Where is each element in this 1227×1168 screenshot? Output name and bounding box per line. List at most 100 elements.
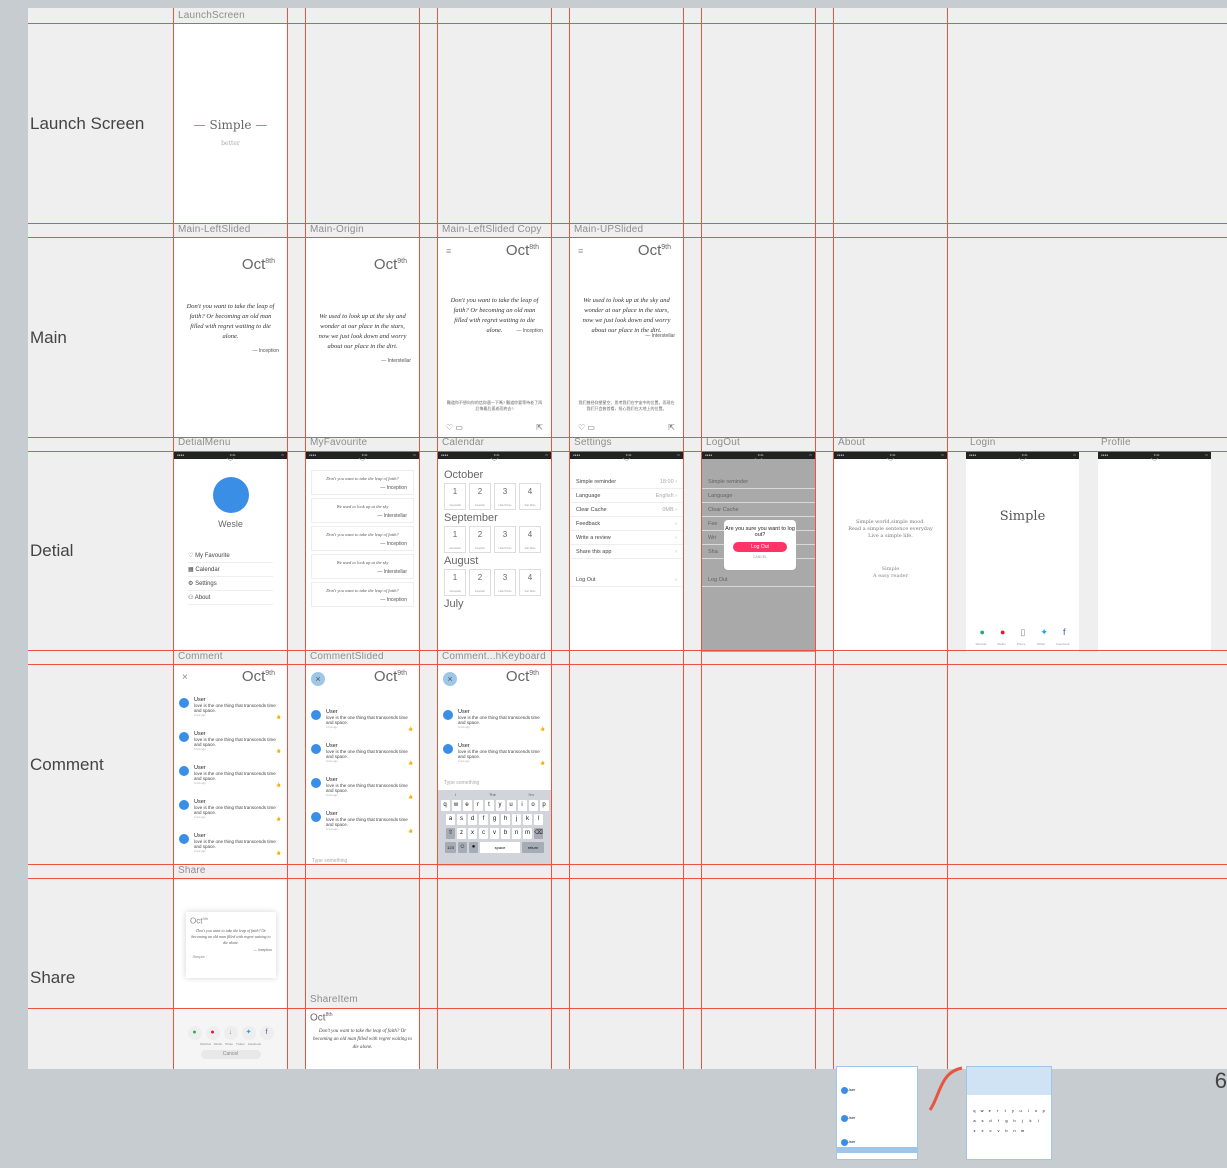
artboard-label[interactable]: Main-LeftSlided — [178, 224, 250, 235]
artboard-label[interactable]: DetialMenu — [178, 437, 231, 448]
key[interactable]: h — [501, 814, 510, 825]
key[interactable]: k — [523, 814, 532, 825]
calendar-day[interactable]: 2 Inception — [469, 526, 491, 553]
key[interactable]: f — [479, 814, 488, 825]
artboard-calendar[interactable]: ●●●● 9:41 ▭ ﹀ October 1 Interstellar 2 Incep… — [438, 452, 551, 652]
artboard-comment-slided[interactable]: × Oct9th User love is the one thing that … — [306, 666, 419, 866]
settings-row[interactable]: Language English › — [570, 489, 683, 503]
menu-item-favourite[interactable]: ♡ My Favourite — [188, 549, 273, 563]
key[interactable]: y — [495, 800, 505, 811]
artboard-login[interactable]: ●●●● 9:41 ▭ ﹀ Simple ● ● ▯ ✦ f WeChat Weib… — [966, 452, 1079, 652]
key[interactable]: o — [528, 800, 538, 811]
like-icon[interactable]: 👍 — [276, 850, 281, 855]
artboard-my-favourite[interactable]: ●●●● 9:41 ▭ ﹀ Don't you want to take the l… — [306, 452, 419, 652]
artboard-label[interactable]: MyFavourite — [310, 437, 367, 448]
chevron-down-icon[interactable]: ﹀ — [966, 459, 1079, 467]
like-icon[interactable]: 👍 — [276, 748, 281, 753]
twitter-icon[interactable]: ✦ — [1040, 627, 1048, 638]
facebook-icon[interactable]: f — [259, 1026, 274, 1040]
key[interactable]: s — [457, 814, 466, 825]
return-key[interactable]: return — [522, 842, 544, 853]
favourite-card[interactable]: Don't you want to take the leap of faith… — [311, 582, 414, 607]
like-icon[interactable]: 👍 — [276, 816, 281, 821]
heart-icon[interactable]: ♡ — [578, 423, 585, 432]
key[interactable]: n — [512, 828, 521, 839]
favourite-card[interactable]: We used to look up at the sky — Interstel… — [311, 498, 414, 523]
settings-row[interactable]: Simple reminder 18:00 › — [570, 475, 683, 489]
artboard-comment[interactable]: × Oct9th User love is the one thing that … — [174, 666, 287, 866]
backspace-key-icon[interactable]: ⌫ — [534, 828, 543, 839]
artboard-profile[interactable]: ●●●● 9:41 ▭ ﹀ — [1098, 452, 1211, 652]
calendar-day[interactable]: 2 Inception — [469, 483, 491, 510]
like-icon[interactable]: 👍 — [408, 726, 413, 731]
key[interactable]: q — [440, 800, 450, 811]
key[interactable]: z — [457, 828, 466, 839]
facebook-icon[interactable]: f — [1063, 627, 1066, 638]
artboard-comment-keyboard[interactable]: × Oct9th User love is the one thing that … — [438, 666, 551, 866]
artboard-logout[interactable]: ●●●● 9:41 ▭ ﹀ Simple reminder 18:00 › Langu… — [702, 452, 815, 652]
settings-row[interactable]: Feedback › — [570, 517, 683, 531]
key[interactable]: b — [501, 828, 510, 839]
menu-icon[interactable]: ≡ — [446, 246, 451, 256]
comment-icon[interactable]: ▭ — [587, 423, 595, 432]
artboard-label[interactable]: Main-Origin — [310, 224, 364, 235]
twitter-icon[interactable]: ✦ — [241, 1026, 256, 1040]
like-icon[interactable]: 👍 — [408, 760, 413, 765]
close-icon[interactable]: × — [311, 672, 325, 686]
close-icon[interactable]: × — [443, 672, 457, 686]
artboard-label[interactable]: LogOut — [706, 437, 740, 448]
key[interactable]: u — [506, 800, 516, 811]
comment-list[interactable]: User love is the one thing that transcend… — [438, 706, 551, 774]
menu-icon[interactable]: ≡ — [578, 246, 583, 256]
settings-row[interactable]: Share this app › — [570, 545, 683, 559]
artboard-label[interactable]: LaunchScreen — [178, 10, 245, 21]
like-icon[interactable]: 👍 — [408, 828, 413, 833]
key[interactable]: x — [468, 828, 477, 839]
key[interactable]: t — [484, 800, 494, 811]
like-icon[interactable]: 👍 — [540, 726, 545, 731]
chevron-down-icon[interactable]: ﹀ — [570, 459, 683, 467]
artboard-main-leftslided[interactable]: Oct8th Don't you want to take the leap o… — [174, 238, 287, 438]
menu-item-settings[interactable]: ⚙ Settings — [188, 577, 273, 591]
artboard-settings[interactable]: ●●●● 9:41 ▭ ﹀ Simple reminder 18:00 › Langu… — [570, 452, 683, 652]
like-icon[interactable]: 👍 — [540, 760, 545, 765]
menu-item-about[interactable]: ⚇ About — [188, 591, 273, 605]
chevron-down-icon[interactable]: ﹀ — [306, 459, 419, 467]
preview-artboard-comment[interactable]: User User User — [836, 1066, 918, 1160]
calendar-day[interactable]: 1 Interstellar — [444, 569, 466, 596]
calendar-day[interactable]: 2 Inception — [469, 569, 491, 596]
key[interactable]: l — [534, 814, 543, 825]
chevron-down-icon[interactable]: ﹀ — [174, 459, 287, 467]
artboard-main-leftslided-copy[interactable]: ≡ Oct8th Don't you want to take the leap… — [438, 238, 551, 438]
artboard-label[interactable]: Share — [178, 865, 206, 876]
key[interactable]: i — [517, 800, 527, 811]
artboard-main-upslided[interactable]: ≡ Oct9th We used to look up at the sky a… — [570, 238, 683, 438]
key[interactable]: j — [512, 814, 521, 825]
artboard-label[interactable]: ShareItem — [310, 994, 358, 1005]
key[interactable]: g — [490, 814, 499, 825]
weibo-icon[interactable]: ● — [205, 1026, 220, 1040]
space-key[interactable]: space — [480, 842, 520, 853]
calendar-day[interactable]: 1 Interstellar — [444, 526, 466, 553]
wechat-icon[interactable]: ● — [980, 627, 985, 638]
close-icon[interactable]: × — [182, 672, 188, 683]
share-icon[interactable]: ⇱ — [536, 423, 543, 432]
artboard-share-item[interactable]: Oct8th Don't you want to take the leap o… — [306, 1008, 419, 1069]
key[interactable]: d — [468, 814, 477, 825]
calendar-day[interactable]: 4 Star Wars — [519, 526, 541, 553]
phone-icon[interactable]: ▯ — [1020, 627, 1025, 638]
artboard-label[interactable]: Profile — [1101, 437, 1131, 448]
key[interactable]: r — [473, 800, 483, 811]
share-icon[interactable]: ⇱ — [668, 423, 675, 432]
chevron-down-icon[interactable]: ﹀ — [1098, 459, 1211, 467]
heart-icon[interactable]: ♡ — [446, 423, 453, 432]
artboard-label[interactable]: CommentSlided — [310, 651, 384, 662]
logout-confirm-button[interactable]: Log Out — [733, 542, 787, 552]
calendar-day[interactable]: 3 Little Prince — [494, 569, 516, 596]
favourite-card[interactable]: Don't you want to take the leap of faith… — [311, 470, 414, 495]
key[interactable]: c — [479, 828, 488, 839]
artboard-label[interactable]: Calendar — [442, 437, 484, 448]
like-icon[interactable]: 👍 — [276, 714, 281, 719]
like-icon[interactable]: 👍 — [408, 794, 413, 799]
wechat-icon[interactable]: ● — [187, 1026, 202, 1040]
